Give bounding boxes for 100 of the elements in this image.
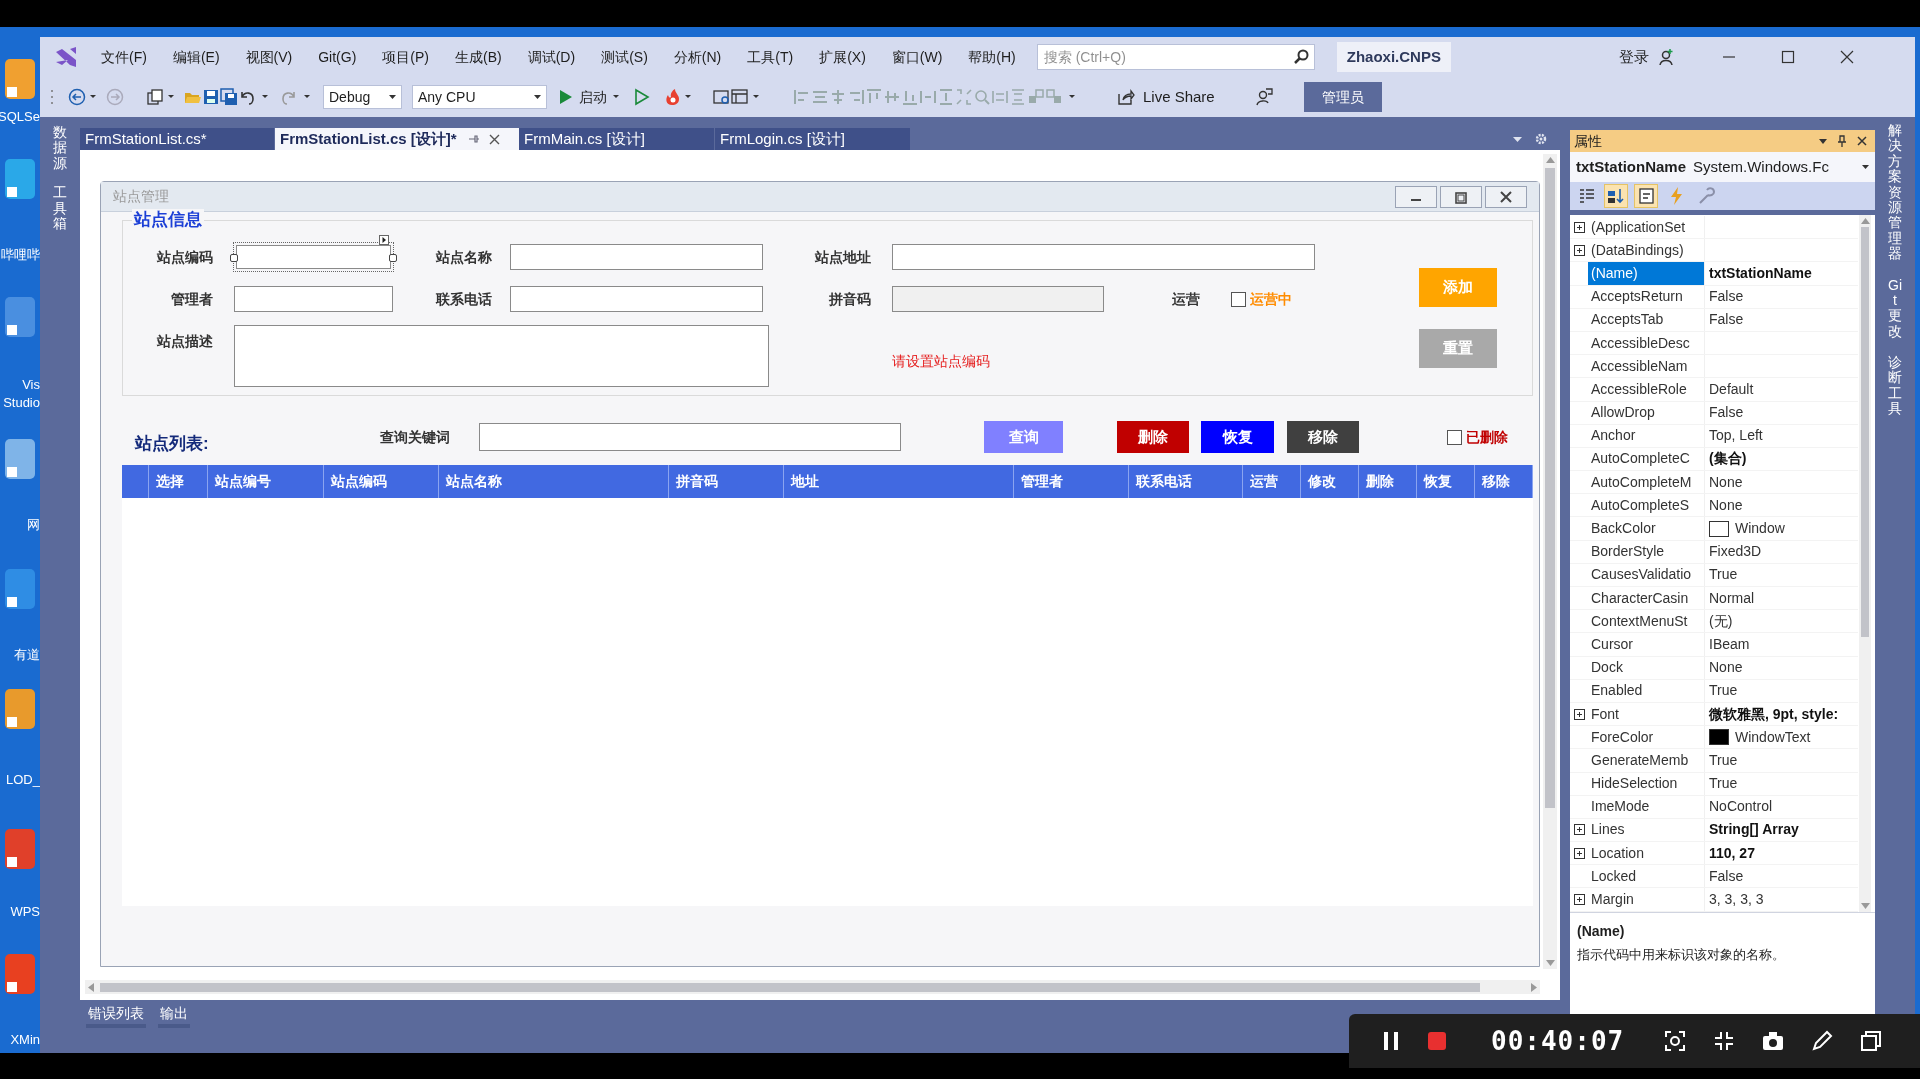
property-name[interactable]: AllowDrop (1588, 401, 1704, 424)
property-value[interactable]: None (1709, 471, 1743, 493)
menu-item[interactable]: 视图(V) (232, 46, 306, 68)
property-row[interactable]: Anchor Top, Left (1570, 424, 1858, 448)
property-value[interactable]: NoControl (1709, 796, 1773, 818)
property-row[interactable]: BorderStyle Fixed3D (1570, 540, 1858, 564)
save-icon[interactable] (202, 88, 220, 106)
expand-icon[interactable] (1573, 847, 1585, 859)
menu-item[interactable]: 项目(P) (369, 46, 442, 68)
property-value[interactable]: Normal (1709, 587, 1755, 609)
expand-icon[interactable] (1573, 244, 1585, 256)
camera-icon[interactable] (1762, 1030, 1785, 1052)
window-icon[interactable] (1860, 1030, 1883, 1052)
account-icon[interactable] (1656, 48, 1675, 66)
action-button[interactable]: 删除 (1117, 421, 1189, 453)
input-field[interactable] (510, 286, 763, 312)
live-share-button[interactable]: Live Share (1117, 85, 1215, 109)
menu-item[interactable]: 扩展(X) (806, 46, 879, 68)
app-icon[interactable] (3, 57, 37, 101)
expand-icon[interactable] (1573, 824, 1585, 836)
pen-icon[interactable] (1811, 1030, 1834, 1052)
close-icon[interactable] (1857, 136, 1867, 146)
caret-icon[interactable] (753, 95, 759, 99)
menu-item[interactable]: 测试(S) (588, 46, 661, 68)
feedback-icon[interactable] (1254, 88, 1273, 106)
menu-item[interactable]: 编辑(E) (159, 46, 233, 68)
property-value[interactable]: 微软雅黑, 9pt, style: (1709, 703, 1839, 725)
menu-item[interactable]: Git(G) (305, 46, 370, 68)
action-button[interactable]: 恢复 (1201, 421, 1274, 453)
start-button[interactable]: 启动 (559, 86, 607, 108)
smart-tag-icon[interactable] (379, 235, 389, 245)
property-value[interactable]: IBeam (1709, 633, 1750, 655)
input-field[interactable] (234, 286, 393, 312)
close-icon[interactable] (1839, 50, 1854, 64)
dropdown-icon[interactable] (1513, 136, 1522, 142)
property-row[interactable]: AccessibleDesc (1570, 331, 1858, 356)
categorized-icon[interactable] (1577, 186, 1595, 206)
close-icon[interactable] (488, 133, 500, 145)
caret-icon[interactable] (90, 95, 96, 99)
property-row[interactable]: Lines String[] Array (1570, 818, 1858, 843)
pin-icon[interactable] (1837, 135, 1847, 147)
app-icon[interactable] (3, 827, 37, 871)
property-name[interactable]: Enabled (1588, 679, 1704, 702)
document-tab[interactable]: FrmStationList.cs* (80, 128, 275, 150)
caret-icon[interactable] (685, 95, 691, 99)
property-value[interactable]: False (1709, 309, 1744, 331)
app-icon[interactable] (3, 687, 37, 731)
document-tab[interactable]: FrmLogin.cs [设计] (715, 128, 911, 150)
property-row[interactable]: AccessibleRole Default (1570, 378, 1858, 402)
sort-alphabetical-icon[interactable] (1607, 186, 1625, 206)
new-item-icon[interactable] (146, 88, 164, 106)
property-value[interactable]: 3, 3, 3, 3 (1709, 889, 1764, 911)
caret-icon[interactable] (304, 95, 310, 99)
property-row[interactable]: HideSelection True (1570, 772, 1858, 796)
property-row[interactable]: Enabled True (1570, 679, 1858, 703)
property-row[interactable]: CausesValidatio True (1570, 563, 1858, 587)
property-name[interactable]: AcceptsReturn (1588, 285, 1704, 308)
property-value[interactable]: txtStationName (1709, 262, 1812, 284)
app-icon[interactable] (3, 952, 37, 996)
property-value[interactable]: True (1709, 749, 1738, 771)
property-name[interactable]: Margin (1588, 888, 1704, 911)
sign-in-link[interactable]: 登录 (1618, 45, 1649, 69)
property-value[interactable]: WindowText (1735, 726, 1811, 748)
property-value[interactable]: False (1709, 286, 1744, 308)
caret-icon[interactable] (262, 95, 268, 99)
configuration-dropdown[interactable]: Debug (323, 85, 402, 109)
property-row[interactable]: Location 110, 27 (1570, 842, 1858, 866)
property-name[interactable]: ImeMode (1588, 795, 1704, 818)
run-outline-icon[interactable] (633, 88, 651, 106)
expand-icon[interactable] (1573, 221, 1585, 233)
app-icon[interactable] (3, 295, 37, 339)
property-name[interactable]: Dock (1588, 656, 1704, 679)
property-name[interactable]: AccessibleNam (1588, 355, 1704, 378)
property-name[interactable]: AutoCompleteM (1588, 471, 1704, 494)
property-value[interactable]: True (1709, 564, 1738, 586)
menu-item[interactable]: 窗口(W) (878, 46, 956, 68)
property-name[interactable]: Font (1588, 702, 1704, 726)
checkbox[interactable] (1231, 291, 1246, 307)
input-field[interactable] (510, 244, 763, 270)
tool-window-tab[interactable]: 错误列表 (86, 1002, 146, 1028)
property-row[interactable]: GenerateMemb True (1570, 749, 1858, 773)
property-row[interactable]: ContextMenuSt (无) (1570, 610, 1858, 634)
property-value[interactable]: None (1709, 657, 1743, 679)
maximize-icon[interactable] (1780, 50, 1795, 64)
search-icon[interactable] (1292, 49, 1309, 65)
back-icon[interactable] (68, 88, 86, 106)
expand-icon[interactable] (1573, 894, 1585, 906)
pause-icon[interactable] (1383, 1031, 1399, 1051)
property-row[interactable]: AutoCompleteC (集合) (1570, 447, 1858, 472)
side-panel-tab[interactable]: 数据源 (53, 125, 67, 172)
property-name[interactable]: AccessibleRole (1588, 378, 1704, 401)
property-row[interactable]: AutoCompleteS None (1570, 494, 1858, 518)
property-value[interactable]: True (1709, 773, 1738, 795)
platform-dropdown[interactable]: Any CPU (412, 85, 547, 109)
property-name[interactable]: (ApplicationSet (1588, 216, 1704, 239)
text-area[interactable] (234, 325, 769, 387)
stop-icon[interactable] (1427, 1031, 1447, 1051)
side-panel-tab[interactable]: 诊断工具 (1888, 355, 1902, 417)
form-layout-icon[interactable] (731, 88, 749, 106)
tool-window-tab[interactable]: 输出 (158, 1002, 190, 1028)
